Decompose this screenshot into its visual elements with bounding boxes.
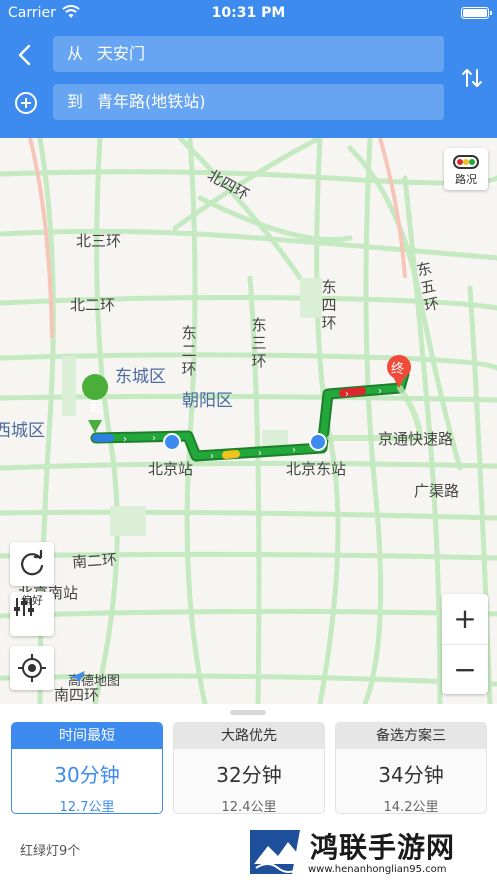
back-icon[interactable] [12, 42, 38, 68]
route-options-sheet: 时间最短 30分钟 12.7公里 大路优先 32分钟 12.4公里 备选方案三 … [0, 704, 497, 883]
map-view[interactable]: › › › › › › › 起 终 北四环 北三环 北二环 东二环 东三环 东四… [0, 138, 497, 704]
svg-text:›: › [152, 433, 156, 444]
label-east-4th-ring: 东四环 [321, 278, 337, 332]
preference-button[interactable]: 偏好 [10, 592, 54, 636]
label-guangqu-road: 广渠路 [414, 482, 460, 500]
route-card-1[interactable]: 时间最短 30分钟 12.7公里 [11, 722, 163, 814]
label-beijing-station: 北京站 [148, 460, 194, 478]
locate-button[interactable] [10, 646, 54, 690]
watermark-logo-icon [250, 830, 301, 874]
label-beijing-east-station: 北京东站 [286, 460, 347, 478]
traffic-label: 路况 [455, 173, 477, 186]
destination-prefix: 到 [67, 92, 84, 111]
route-distance: 12.7公里 [59, 800, 115, 814]
swap-icon[interactable] [458, 64, 486, 92]
route-distance: 14.2公里 [383, 800, 439, 814]
svg-text:›: › [292, 445, 296, 456]
sheet-drag-handle[interactable] [230, 710, 266, 715]
status-bar: Carrier 10:31 PM [0, 4, 497, 24]
route-card-2[interactable]: 大路优先 32分钟 12.4公里 [173, 722, 325, 814]
status-time: 10:31 PM [211, 5, 286, 21]
zoom-control: + − [442, 594, 488, 694]
label-xicheng: 西城区 [0, 421, 45, 441]
route-header: Carrier 10:31 PM 从天安门 到青年路(地铁站) [0, 0, 497, 138]
label-south-2nd-ring: 南二环 [71, 550, 118, 572]
start-marker-label: 起 [90, 400, 104, 415]
destination-value: 青年路(地铁站) [97, 92, 206, 111]
route-title: 大路优先 [174, 723, 324, 749]
refresh-button[interactable] [10, 542, 54, 586]
zoom-out-button[interactable]: − [442, 644, 488, 694]
label-north-2nd-ring: 北二环 [70, 296, 116, 314]
watermark-url: www.henanhonglian95.com [308, 864, 447, 875]
destination-field[interactable]: 到青年路(地铁站) [53, 84, 444, 120]
label-east-3rd-ring: 东三环 [251, 316, 267, 370]
sliders-icon [14, 598, 34, 616]
add-waypoint-icon[interactable] [13, 90, 39, 116]
svg-text:›: › [210, 451, 214, 462]
route-distance: 12.4公里 [221, 800, 277, 814]
map-roads: › › › › › › › [0, 138, 497, 704]
svg-text:›: › [345, 389, 349, 400]
zoom-in-button[interactable]: + [442, 594, 488, 644]
locate-icon [18, 654, 46, 682]
origin-field[interactable]: 从天安门 [53, 36, 444, 72]
traffic-toggle-button[interactable]: 路况 [444, 148, 488, 190]
origin-prefix: 从 [67, 44, 84, 63]
app-root: Carrier 10:31 PM 从天安门 到青年路(地铁站) › › › › … [0, 0, 497, 883]
label-north-3rd-ring: 北三环 [76, 232, 122, 250]
route-title: 时间最短 [12, 723, 162, 749]
battery-icon [461, 7, 492, 19]
route-time: 34分钟 [378, 763, 444, 787]
route-time: 32分钟 [216, 763, 282, 787]
route-title: 备选方案三 [336, 723, 486, 749]
origin-value: 天安门 [97, 44, 146, 63]
end-marker-label: 终 [391, 362, 405, 377]
label-dongcheng: 东城区 [115, 367, 166, 387]
svg-text:›: › [123, 434, 127, 445]
traffic-lights-count: 红绿灯9个 [20, 844, 81, 859]
traffic-icon [453, 155, 479, 169]
label-east-2nd-ring: 东二环 [181, 324, 197, 378]
refresh-icon [21, 549, 44, 576]
label-chaoyang: 朝阳区 [182, 391, 233, 411]
route-time: 30分钟 [54, 763, 120, 787]
amap-logo-icon [69, 671, 85, 683]
svg-text:›: › [378, 386, 382, 397]
map-logo: 高德地图 [68, 670, 120, 689]
watermark: 鸿联手游网 www.henanhonglian95.com [248, 824, 497, 883]
label-jingtong-expressway: 京通快速路 [378, 430, 454, 448]
watermark-title: 鸿联手游网 [310, 831, 456, 864]
route-card-3[interactable]: 备选方案三 34分钟 14.2公里 [335, 722, 487, 814]
svg-text:›: › [258, 448, 262, 459]
